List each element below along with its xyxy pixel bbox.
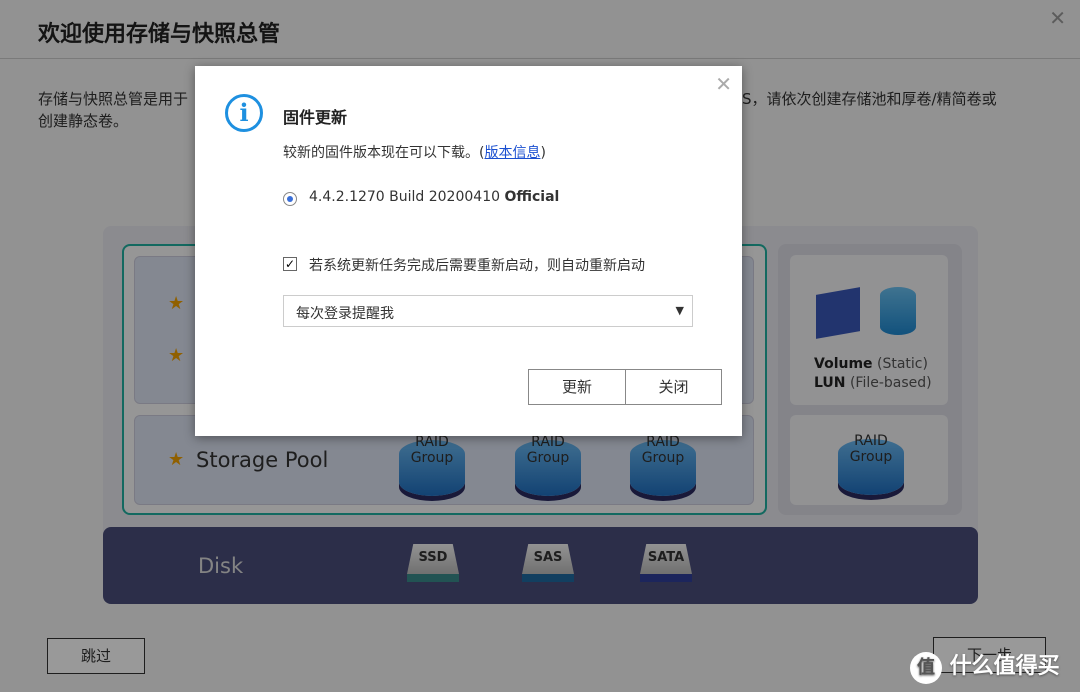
update-button[interactable]: 更新 xyxy=(528,369,626,405)
auto-restart-label: 若系统更新任务完成后需要重新启动，则自动重新启动 xyxy=(309,258,645,274)
auto-restart-checkbox[interactable]: ✓ xyxy=(283,257,297,271)
dialog-title: 固件更新 xyxy=(283,108,348,127)
version-radio[interactable] xyxy=(283,192,297,206)
release-notes-link[interactable]: 版本信息 xyxy=(484,145,540,161)
remind-select[interactable]: 每次登录提醒我 ▼ xyxy=(283,295,693,327)
watermark-logo-icon: 值 xyxy=(910,652,942,684)
info-icon: i xyxy=(225,94,263,132)
firmware-update-dialog: ✕ i 固件更新 较新的固件版本现在可以下载。(版本信息) 4.4.2.1270… xyxy=(195,66,742,436)
chevron-down-icon: ▼ xyxy=(675,304,684,317)
close-icon[interactable]: ✕ xyxy=(715,72,732,96)
dialog-message: 较新的固件版本现在可以下载。(版本信息) xyxy=(283,145,546,161)
watermark: 值 什么值得买 xyxy=(910,648,1060,684)
close-button[interactable]: 关闭 xyxy=(625,369,722,405)
version-label: 4.4.2.1270 Build 20200410 Official xyxy=(309,189,560,205)
